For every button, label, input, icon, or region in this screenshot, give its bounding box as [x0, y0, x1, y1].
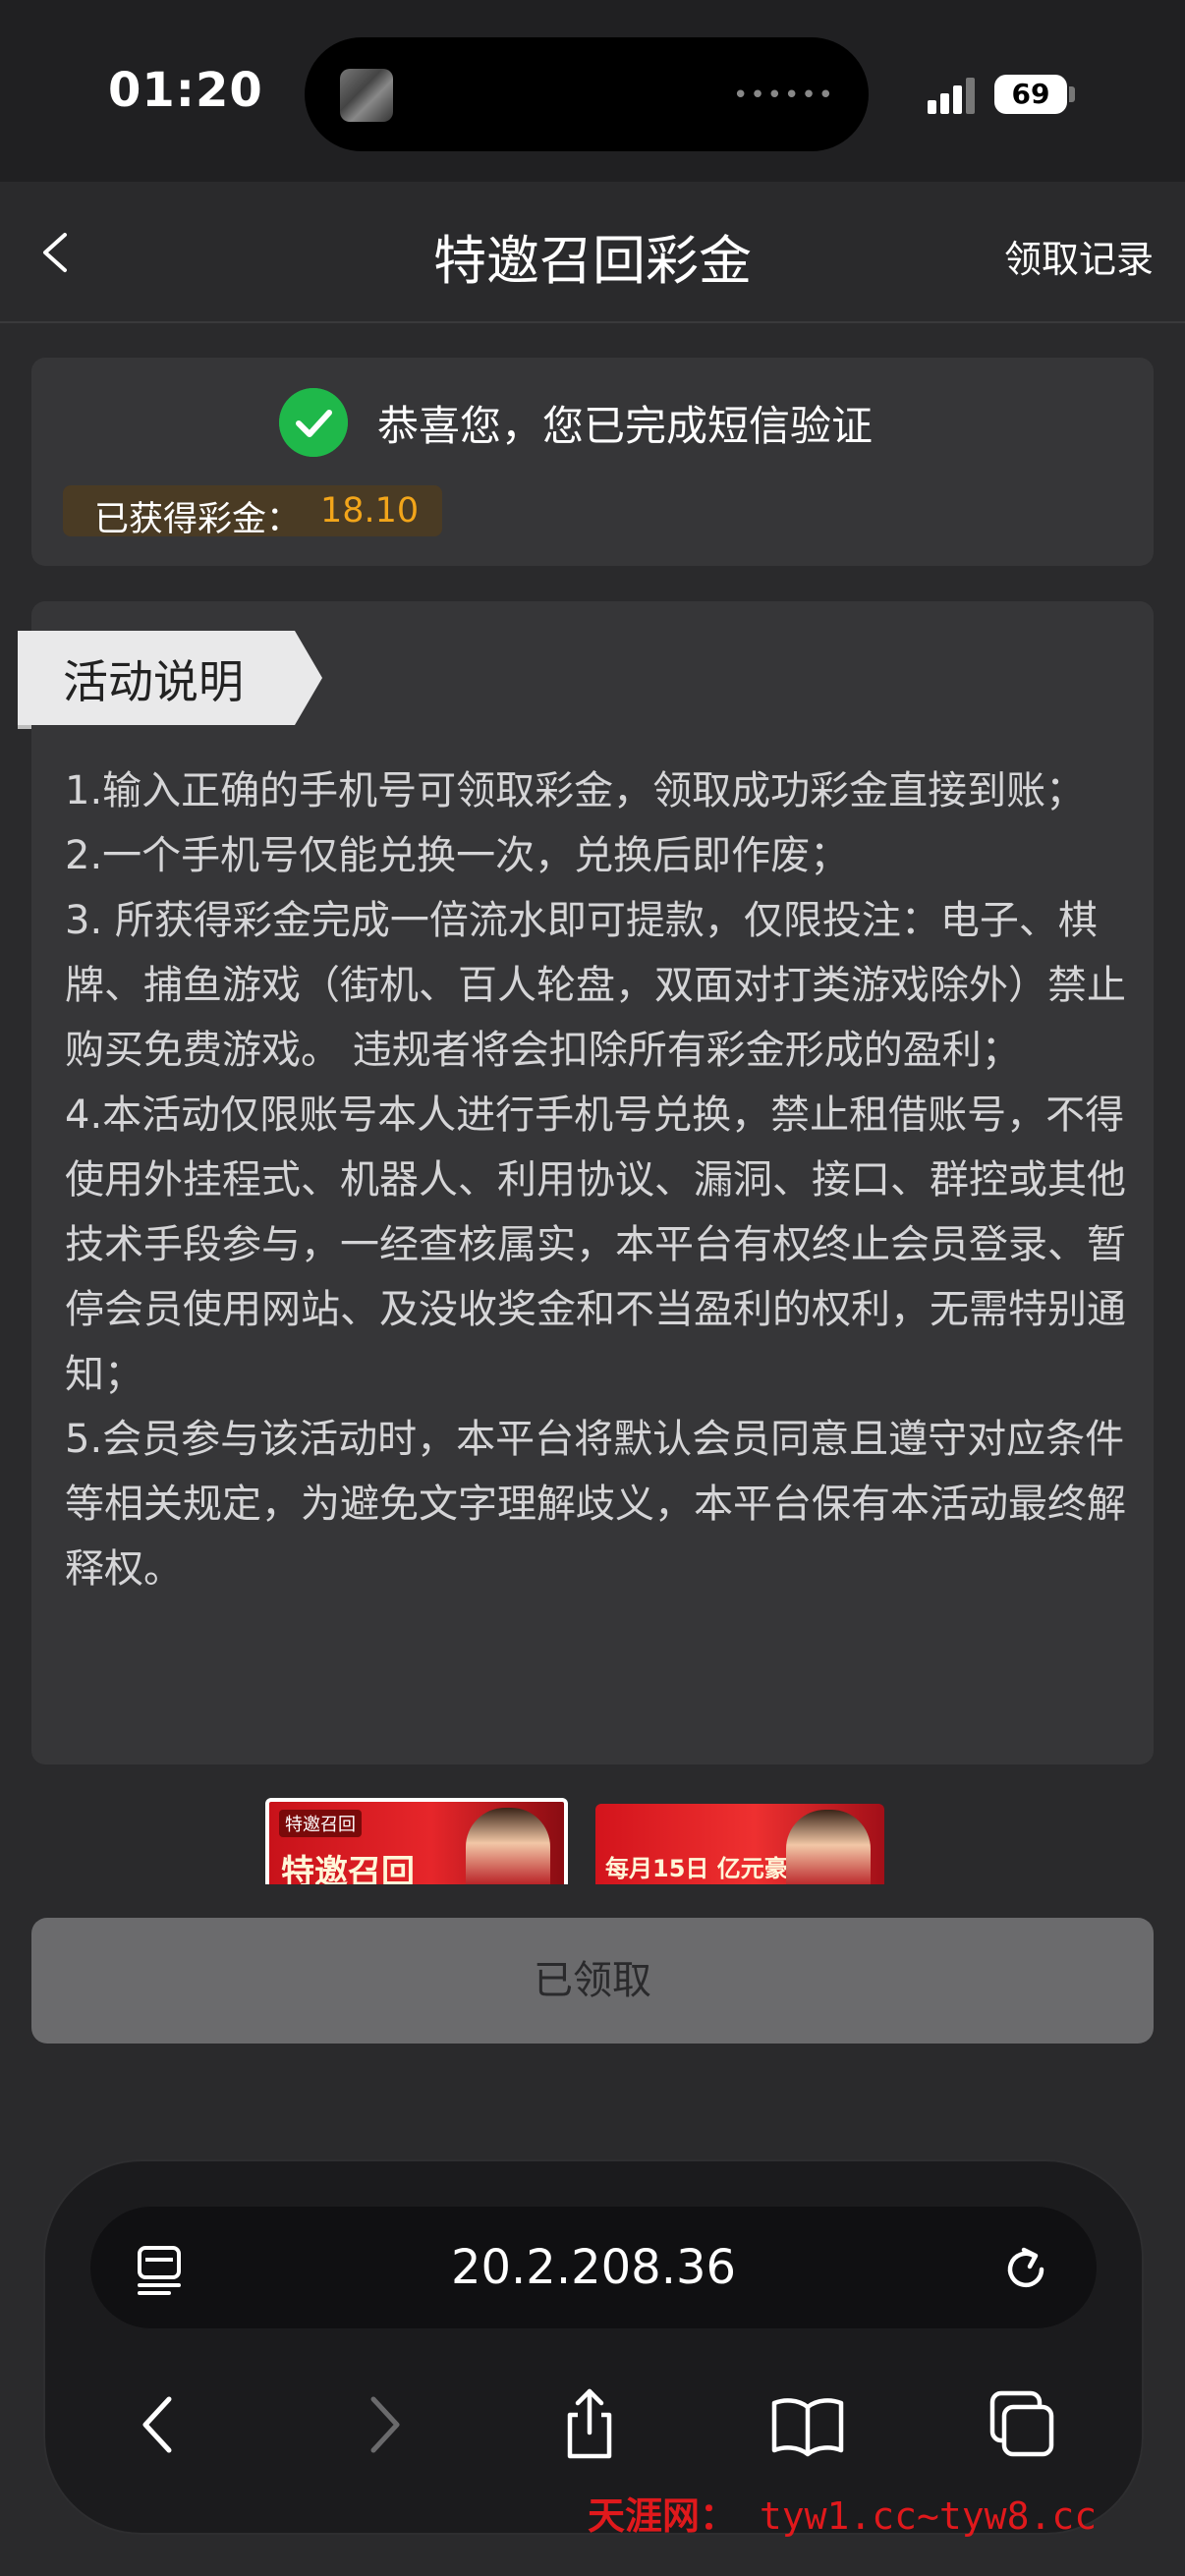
watermark-url: tyw1.cc~tyw8.cc: [759, 2494, 1098, 2538]
bonus-badge: 已获得彩金： 18.10: [63, 485, 442, 539]
promo-banner-monthly[interactable]: 每月15日 亿元豪礼: [595, 1804, 884, 1884]
rules-text: 1.输入正确的手机号可领取彩金，领取成功彩金直接到账； 2.一个手机号仅能兑换一…: [65, 758, 1128, 1601]
status-bar: 01:20 •••••• 69: [0, 0, 1185, 182]
cellular-signal-icon: [928, 78, 975, 114]
share-icon[interactable]: [550, 2385, 629, 2464]
browser-back-icon[interactable]: [122, 2385, 200, 2464]
tabs-overview-icon[interactable]: [983, 2385, 1061, 2464]
checkmark-circle-icon: [279, 388, 348, 457]
dynamic-island: ••••••: [305, 37, 869, 151]
tag-label: 活动说明: [63, 655, 244, 708]
banner-model-image: [786, 1810, 871, 1884]
watermark-site-name: 天涯网：: [588, 2493, 738, 2538]
claim-record-link[interactable]: 领取记录: [1004, 229, 1154, 283]
rule-item: 2.一个手机号仅能兑换一次，兑换后即作废；: [65, 833, 850, 878]
url-text: 20.2.208.36: [450, 2240, 737, 2295]
banner-model-image: [466, 1808, 550, 1884]
status-time: 01:20: [108, 63, 263, 118]
banner-tag: 特邀召回: [279, 1810, 362, 1837]
promo-banner-recall[interactable]: 特邀召回 特邀召回: [265, 1798, 568, 1884]
success-message: 恭喜您，您已完成短信验证: [377, 402, 874, 450]
verification-success-card: 恭喜您，您已完成短信验证 已获得彩金： 18.10: [31, 358, 1154, 566]
promo-banner-strip: 特邀召回 特邀召回 每月15日 亿元豪礼: [0, 1794, 1185, 1884]
rule-item: 3. 所获得彩金完成一倍流水即可提款，仅限投注：电子、棋牌、捕鱼游戏（街机、百人…: [65, 898, 1126, 1073]
bookmarks-icon[interactable]: [768, 2385, 847, 2464]
battery-tip: [1069, 86, 1075, 102]
rule-item: 4.本活动仅限账号本人进行手机号兑换，禁止租借账号，不得使用外挂程式、机器人、利…: [65, 1092, 1126, 1397]
battery-icon: 69: [994, 75, 1067, 114]
reload-icon[interactable]: [998, 2242, 1053, 2297]
now-playing-thumbnail: [340, 69, 393, 122]
claimed-button[interactable]: 已领取: [31, 1918, 1154, 2044]
banner-title: 特邀召回: [281, 1853, 415, 1884]
bonus-label: 已获得彩金：: [94, 500, 302, 539]
bonus-value: 18.10: [320, 491, 420, 531]
rule-item: 5.会员参与该活动时，本平台将默认会员同意且遵守对应条件等相关规定，为避免文字理…: [65, 1417, 1126, 1592]
watermark: 天涯网： tyw1.cc~tyw8.cc: [588, 2486, 1097, 2540]
nav-header: 特邀召回彩金 领取记录: [0, 182, 1185, 323]
browser-toolbar: 20.2.208.36: [43, 2159, 1144, 2535]
rule-item: 1.输入正确的手机号可领取彩金，领取成功彩金直接到账；: [65, 768, 1086, 813]
banner-title: 每月15日 亿元豪礼: [605, 1855, 812, 1882]
browser-forward-icon[interactable]: [342, 2385, 421, 2464]
back-chevron-icon[interactable]: [29, 223, 88, 282]
activity-description-tag: 活动说明: [18, 631, 322, 725]
address-bar[interactable]: 20.2.208.36: [90, 2207, 1097, 2328]
audio-wave-icon: ••••••: [732, 81, 835, 110]
